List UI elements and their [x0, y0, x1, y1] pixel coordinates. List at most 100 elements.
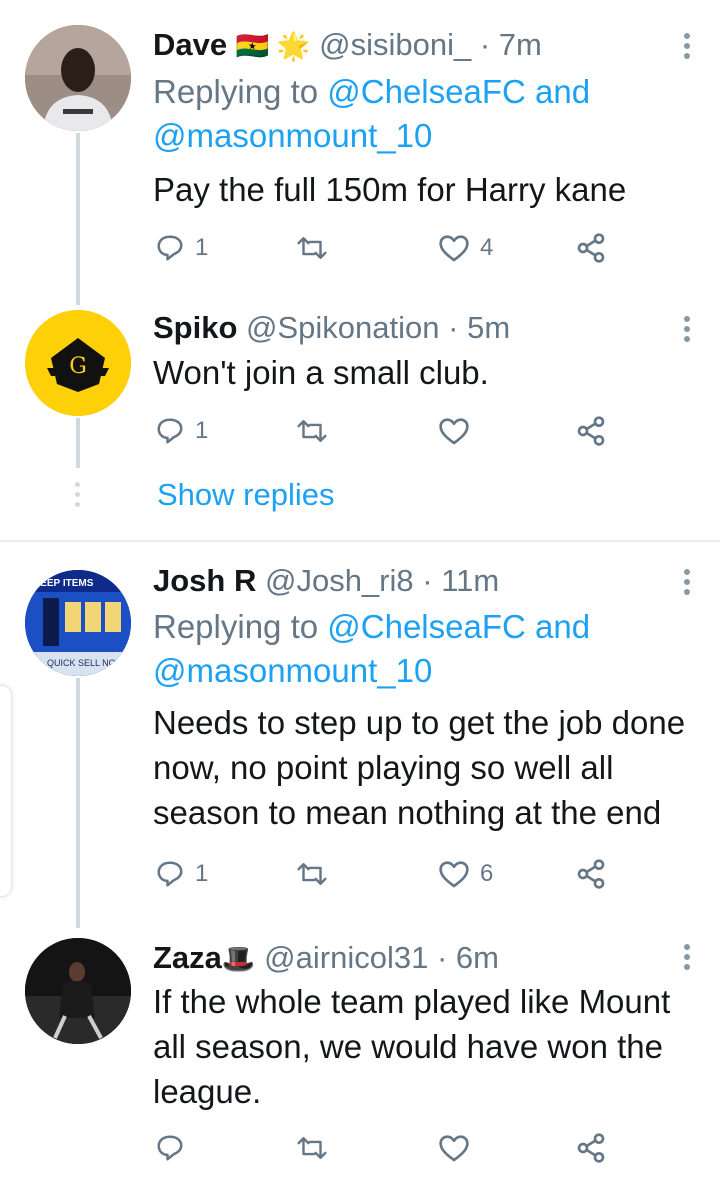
share-button[interactable]: [575, 1130, 607, 1166]
tweet-josh[interactable]: KEEP ITEMS QUICK SELL NOW Josh R @Josh_r…: [0, 542, 720, 928]
avatar-image-josh: KEEP ITEMS QUICK SELL NOW: [25, 570, 131, 676]
avatar[interactable]: G: [25, 310, 131, 416]
timestamp[interactable]: 6m: [456, 940, 499, 975]
mention-and[interactable]: and: [526, 73, 590, 110]
reply-button[interactable]: 1: [155, 230, 208, 266]
avatar[interactable]: [25, 25, 131, 131]
tweet-dave[interactable]: Dave 🇬🇭 🌟 @sisiboni_ · 7m Replying to @C…: [0, 0, 720, 305]
share-button[interactable]: [575, 413, 607, 449]
share-icon: [577, 859, 605, 889]
logo-letter: G: [69, 354, 87, 379]
timestamp[interactable]: 5m: [467, 310, 510, 345]
retweet-icon: [297, 863, 327, 885]
avatar-photo-dave: [25, 25, 131, 131]
retweet-button[interactable]: [295, 856, 329, 892]
tweet-text-line: league.: [153, 1073, 262, 1110]
reply-icon: [157, 235, 183, 261]
share-button[interactable]: [575, 230, 607, 266]
heart-icon: [439, 1135, 469, 1162]
tweet-actions: [155, 1130, 625, 1166]
tweet-text: Pay the full 150m for Harry kane: [153, 171, 627, 208]
user-handle[interactable]: @Spikonation: [246, 310, 439, 345]
like-count: 6: [480, 860, 494, 887]
share-icon: [577, 1133, 605, 1163]
share-button[interactable]: [575, 856, 607, 892]
like-button[interactable]: 4: [438, 230, 493, 266]
tweet-header: Spiko @Spikonation · 5m: [153, 308, 660, 348]
like-button[interactable]: [438, 413, 470, 449]
tweet-text-line: season to mean nothing at the end: [153, 794, 662, 831]
name-emoji: 🎩: [221, 944, 256, 974]
edge-overlay-card[interactable]: [0, 685, 12, 897]
reply-count: 1: [195, 417, 209, 444]
heart-icon: [439, 235, 469, 262]
tweet-actions: 1 4: [155, 230, 625, 266]
thread-line: [76, 133, 80, 305]
like-button[interactable]: 6: [438, 856, 493, 892]
separator-dot: ·: [448, 310, 459, 345]
display-name[interactable]: Josh R: [153, 563, 256, 598]
heart-icon: [439, 861, 469, 888]
user-handle[interactable]: @sisiboni_: [319, 27, 471, 62]
show-replies-link[interactable]: Show replies: [157, 477, 334, 513]
reply-button[interactable]: 1: [155, 413, 208, 449]
reply-icon: [157, 418, 183, 444]
reply-button[interactable]: 1: [155, 856, 208, 892]
timestamp[interactable]: 11m: [441, 563, 499, 598]
user-handle[interactable]: @Josh_ri8: [265, 563, 414, 598]
more-options-icon[interactable]: [684, 316, 690, 346]
tweet-text: Won't join a small club.: [153, 354, 489, 391]
thread-line: [76, 418, 80, 468]
tweet-header: Dave 🇬🇭 🌟 @sisiboni_ · 7m: [153, 25, 660, 66]
mention-link[interactable]: @ChelseaFC: [327, 608, 526, 645]
reply-count: 1: [195, 860, 209, 887]
retweet-icon: [297, 1137, 327, 1159]
retweet-button[interactable]: [295, 230, 329, 266]
separator-dot: ·: [479, 27, 491, 62]
share-icon: [577, 233, 605, 263]
separator-dot: ·: [436, 940, 448, 975]
tweet-text-line: now, no point playing so well all: [153, 749, 614, 786]
tweet-text-line: If the whole team played like Mount: [153, 983, 671, 1020]
heart-icon: [439, 418, 469, 445]
share-icon: [577, 416, 605, 446]
avatar[interactable]: KEEP ITEMS QUICK SELL NOW: [25, 570, 131, 676]
retweet-button[interactable]: [295, 413, 329, 449]
mention-link[interactable]: @ChelseaFC: [327, 73, 526, 110]
reply-button[interactable]: [155, 1130, 185, 1166]
like-button[interactable]: [438, 1130, 470, 1166]
mention-link[interactable]: @masonmount_10: [153, 652, 432, 689]
tweet-text-line: Needs to step up to get the job done: [153, 704, 686, 741]
more-options-icon[interactable]: [684, 33, 690, 63]
avatar-text-top: KEEP ITEMS: [33, 578, 94, 589]
display-name[interactable]: Spiko: [153, 310, 237, 345]
more-options-icon[interactable]: [684, 944, 690, 974]
separator-dot: ·: [422, 563, 433, 598]
display-name[interactable]: Zaza: [153, 940, 222, 975]
user-handle[interactable]: @airnicol31: [264, 940, 428, 975]
more-options-icon[interactable]: [684, 569, 690, 599]
avatar-logo-spiko: G: [25, 310, 131, 416]
mention-and[interactable]: and: [526, 608, 590, 645]
display-name[interactable]: Dave: [153, 27, 227, 62]
tweet-text-line: all season, we would have won the: [153, 1028, 663, 1065]
tweet-text: If the whole team played like Mount all …: [153, 979, 700, 1114]
retweet-icon: [297, 237, 327, 259]
like-count: 4: [480, 234, 494, 261]
avatar-photo-zaza: [25, 938, 131, 1044]
timestamp[interactable]: 7m: [499, 27, 542, 62]
tweet-actions: 1 6: [155, 856, 625, 892]
retweet-button[interactable]: [295, 1130, 329, 1166]
reply-icon: [157, 1135, 183, 1161]
tweet-spiko[interactable]: G Spiko @Spikonation · 5m Won't join a s…: [0, 300, 720, 540]
name-emoji: 🇬🇭 🌟: [235, 31, 311, 61]
avatar[interactable]: [25, 938, 131, 1044]
tweet-actions: 1: [155, 413, 625, 449]
reply-count: 1: [195, 234, 209, 261]
tweet-text: Needs to step up to get the job done now…: [153, 700, 700, 835]
thread-line: [76, 678, 80, 928]
retweet-icon: [297, 420, 327, 442]
mention-link[interactable]: @masonmount_10: [153, 117, 432, 154]
replying-prefix: Replying to: [153, 73, 328, 110]
tweet-zaza[interactable]: Zaza🎩 @airnicol31 · 6m If the whole team…: [0, 922, 720, 1192]
